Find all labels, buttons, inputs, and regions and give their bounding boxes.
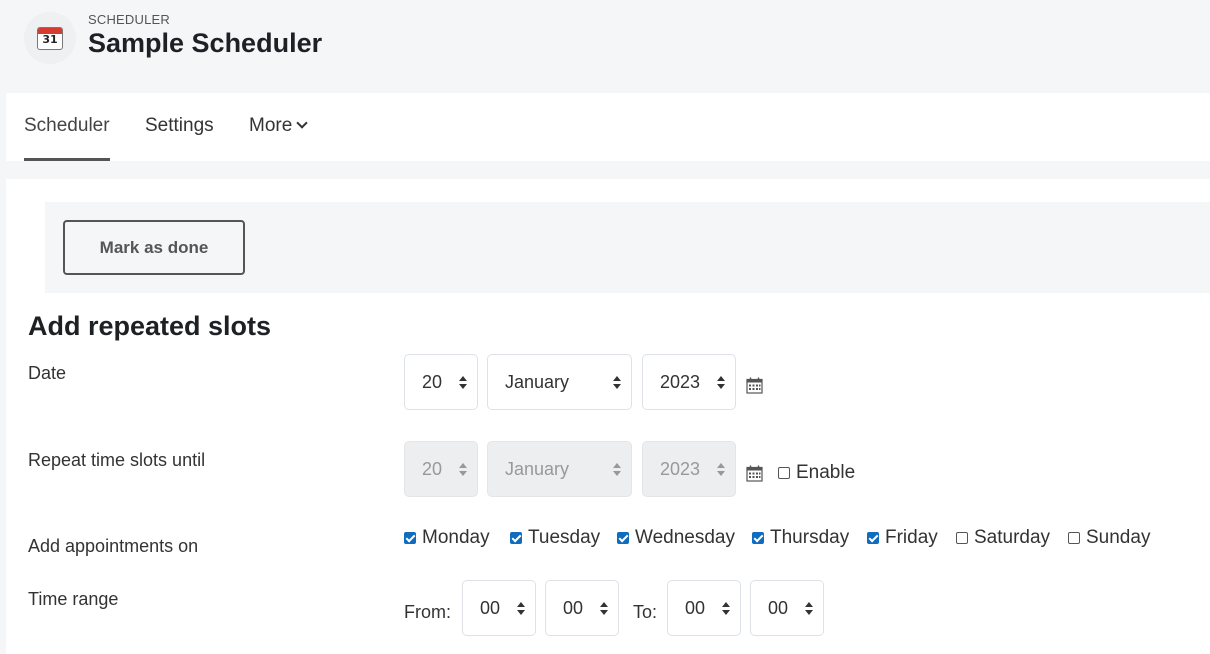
day-checkbox-thursday[interactable]: Thursday — [752, 527, 849, 549]
day-checkbox-saturday[interactable]: Saturday — [956, 527, 1050, 549]
to-label: To: — [633, 602, 658, 622]
day-label: Friday — [885, 527, 938, 548]
tab-scheduler[interactable]: Scheduler — [24, 93, 110, 161]
from-label: From: — [404, 602, 451, 622]
day-label: Saturday — [974, 527, 1051, 548]
day-label: Thursday — [770, 527, 850, 548]
page-title: Sample Scheduler — [88, 28, 323, 58]
tab-more-label: More — [249, 115, 293, 136]
checkbox-box — [752, 532, 764, 544]
enable-repeat-checkbox[interactable]: Enable — [778, 462, 855, 484]
add-appointments-label: Add appointments on — [28, 536, 199, 556]
from-minute-value: 00 — [563, 598, 584, 618]
date-month-select[interactable]: January — [487, 354, 632, 410]
chevron-down-icon — [296, 117, 308, 129]
from-minute-select[interactable]: 00 — [545, 580, 619, 636]
date-year-select[interactable]: 2023 — [642, 354, 736, 410]
calendar-icon[interactable] — [746, 377, 763, 394]
module-type-label: SCHEDULER — [88, 12, 170, 27]
logo-day-number: 31 — [42, 32, 58, 46]
mark-as-done-button[interactable]: Mark as done — [63, 220, 245, 275]
repeat-until-label: Repeat time slots until — [28, 450, 206, 470]
tab-more[interactable]: More — [249, 93, 308, 161]
from-hour-value: 00 — [480, 598, 501, 618]
section-title: Add repeated slots — [28, 311, 272, 341]
to-minute-value: 00 — [768, 598, 789, 618]
day-label: Wednesday — [635, 527, 735, 548]
repeat-until-day-select[interactable]: 20 — [404, 441, 478, 497]
repeat-until-month-value: January — [505, 459, 570, 479]
checkbox-box — [956, 532, 968, 544]
tab-settings[interactable]: Settings — [145, 93, 214, 161]
checkbox-box — [867, 532, 879, 544]
repeat-until-year-select[interactable]: 2023 — [642, 441, 736, 497]
activity-header: Mark as done — [45, 202, 1210, 293]
checkbox-box — [1068, 532, 1080, 544]
day-checkbox-monday[interactable]: Monday — [404, 527, 490, 549]
date-day-value: 20 — [422, 372, 443, 392]
day-checkbox-friday[interactable]: Friday — [867, 527, 938, 549]
checkbox-box — [404, 532, 416, 544]
to-hour-value: 00 — [685, 598, 706, 618]
repeat-until-year-value: 2023 — [660, 459, 701, 479]
secondary-navigation: Scheduler Settings More — [6, 93, 1210, 161]
date-day-select[interactable]: 20 — [404, 354, 478, 410]
tab-scheduler-label: Scheduler — [24, 115, 110, 136]
enable-label: Enable — [796, 462, 856, 483]
from-hour-select[interactable]: 00 — [462, 580, 536, 636]
day-checkbox-sunday[interactable]: Sunday — [1068, 527, 1150, 549]
date-year-value: 2023 — [660, 372, 701, 392]
main-content: Mark as done Add repeated slots Date 20 … — [6, 179, 1210, 654]
to-minute-select[interactable]: 00 — [750, 580, 824, 636]
date-label: Date — [28, 363, 67, 383]
day-label: Monday — [422, 527, 490, 548]
checkbox-box — [617, 532, 629, 544]
time-range-label: Time range — [28, 589, 119, 609]
day-checkbox-tuesday[interactable]: Tuesday — [510, 527, 600, 549]
tab-settings-label: Settings — [145, 115, 214, 136]
repeat-until-day-value: 20 — [422, 459, 443, 479]
day-checkbox-wednesday[interactable]: Wednesday — [617, 527, 735, 549]
calendar-icon[interactable] — [746, 465, 763, 482]
calendar-logo-icon: 31 — [24, 12, 76, 64]
day-label: Sunday — [1086, 527, 1151, 548]
day-label: Tuesday — [528, 527, 601, 548]
to-hour-select[interactable]: 00 — [667, 580, 741, 636]
page-header: 31 SCHEDULER Sample Scheduler — [0, 0, 1210, 93]
repeat-until-month-select[interactable]: January — [487, 441, 632, 497]
date-month-value: January — [505, 372, 570, 392]
checkbox-box — [778, 467, 790, 479]
checkbox-box — [510, 532, 522, 544]
